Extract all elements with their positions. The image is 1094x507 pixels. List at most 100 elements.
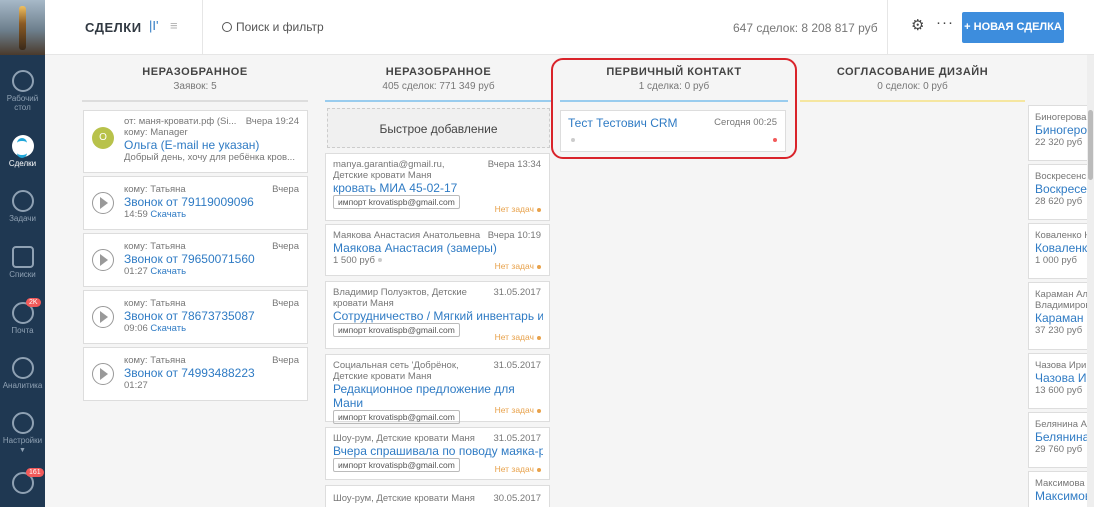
nav-deals[interactable]: Сделки bbox=[0, 135, 45, 168]
card-title[interactable]: Звонок от 78673735087 bbox=[124, 309, 255, 323]
deal-title[interactable]: Коваленко bbox=[1035, 241, 1087, 255]
inbox-card-call[interactable]: кому: Татьяна Звонок от 74993488223 01:2… bbox=[83, 347, 308, 401]
more-button[interactable]: ··· bbox=[936, 14, 954, 31]
deal-title[interactable]: Караман А bbox=[1035, 311, 1087, 325]
inbox-card-email[interactable]: О от: маня-кровати.рф (Si... кому: Manag… bbox=[83, 110, 308, 173]
status-text: Нет задач bbox=[494, 261, 534, 271]
deal-tag[interactable]: импорт krovatispb@gmail.com bbox=[333, 323, 460, 337]
call-duration: 01:27 bbox=[124, 380, 148, 391]
nav-chat[interactable]: 161 bbox=[0, 468, 45, 496]
list-view-button[interactable]: ≡ bbox=[170, 18, 178, 33]
card-title[interactable]: Звонок от 79650071560 bbox=[124, 252, 255, 266]
deal-title[interactable]: кровать МИА 45-02-17 bbox=[333, 181, 460, 195]
deal-card[interactable]: Шоу-рум, Детские кровати Маня 30.05.2017 bbox=[325, 485, 550, 507]
nav-label: Настройки bbox=[2, 436, 43, 445]
column-underline bbox=[325, 100, 552, 102]
nav-tasks[interactable]: Задачи bbox=[0, 190, 45, 223]
deal-title[interactable]: Чазова И. bbox=[1035, 371, 1087, 385]
divider bbox=[887, 0, 888, 55]
inbox-card-call[interactable]: кому: Татьяна Звонок от 79119009096 14:5… bbox=[83, 176, 308, 230]
card-date: Вчера bbox=[272, 355, 299, 366]
deal-contact: Максимова bbox=[1035, 478, 1085, 489]
search-icon bbox=[222, 22, 232, 32]
deal-date: Вчера 10:19 bbox=[487, 230, 541, 241]
nav-analytics[interactable]: Аналитика bbox=[0, 357, 45, 390]
deal-task-status: Нет задач bbox=[495, 261, 541, 271]
deal-task-status: Нет задач bbox=[495, 405, 541, 415]
play-icon[interactable] bbox=[92, 249, 114, 271]
search-input[interactable] bbox=[236, 17, 536, 37]
inbox-card-call[interactable]: кому: Татьяна Звонок от 78673735087 09:0… bbox=[83, 290, 308, 344]
column-header-inbox: НЕРАЗОБРАННОЕ Заявок: 5 bbox=[82, 66, 308, 92]
play-icon[interactable] bbox=[92, 192, 114, 214]
deal-tag[interactable]: импорт krovatispb@gmail.com bbox=[333, 195, 460, 209]
deal-card[interactable]: Шоу-рум, Детские кровати Маня Вчера спра… bbox=[325, 427, 550, 480]
deal-card[interactable]: Белянина Ал Белянина 29 760 руб bbox=[1028, 412, 1087, 468]
deal-price: 28 620 руб bbox=[1035, 196, 1083, 207]
download-link[interactable]: Скачать bbox=[150, 209, 186, 220]
deal-title[interactable]: Белянина bbox=[1035, 430, 1087, 444]
divider bbox=[202, 0, 203, 55]
deal-title[interactable]: Биногерое bbox=[1035, 123, 1087, 137]
deals-icon bbox=[11, 135, 34, 158]
settings-icon bbox=[11, 412, 34, 434]
deal-company: Детские кровати Маня bbox=[333, 371, 432, 382]
deal-title[interactable]: Вчера спрашивала по поводу маяка-р... bbox=[333, 444, 543, 458]
new-deal-button[interactable]: + НОВАЯ СДЕЛКА bbox=[962, 12, 1064, 43]
deal-card[interactable]: Чазова Ири Чазова И. 13 600 руб bbox=[1028, 353, 1087, 409]
deal-card[interactable]: manya.garantia@gmail.ru, Детские кровати… bbox=[325, 153, 550, 221]
gear-icon[interactable]: ⚙ bbox=[911, 16, 924, 34]
deal-title[interactable]: Сотрудничество / Мягкий инвентарь и ... bbox=[333, 309, 543, 323]
card-date: Вчера bbox=[272, 298, 299, 309]
deal-card[interactable]: Караман Ал Владимиров Караман А 37 230 р… bbox=[1028, 282, 1087, 350]
card-to: кому: Татьяна bbox=[124, 355, 186, 366]
deals-summary: 647 сделок: 8 208 817 руб bbox=[733, 21, 878, 35]
deal-tag[interactable]: импорт krovatispb@gmail.com bbox=[333, 458, 460, 472]
deal-title[interactable]: Маякова Анастасия (замеры) bbox=[333, 241, 497, 255]
status-dot bbox=[537, 408, 541, 413]
deal-card[interactable]: Биногерова Биногерое 22 320 руб bbox=[1028, 105, 1087, 161]
nav-lists[interactable]: Списки bbox=[0, 246, 45, 279]
deal-title[interactable]: Максимов bbox=[1035, 489, 1087, 503]
left-sidebar: Рабочий стол Сделки Задачи Списки 2K Поч… bbox=[0, 0, 45, 507]
deal-card[interactable]: Коваленко Н Коваленко 1 000 руб bbox=[1028, 223, 1087, 279]
deal-card[interactable]: Маякова Анастасия Анатольевна Маякова Ан… bbox=[325, 224, 550, 276]
deal-task-status: Нет задач bbox=[495, 204, 541, 214]
deal-title[interactable]: Воскресен bbox=[1035, 182, 1087, 196]
deal-card[interactable]: Воскресенс Воскресен 28 620 руб bbox=[1028, 164, 1087, 220]
card-date: Вчера 19:24 bbox=[245, 116, 299, 127]
status-text: Нет задач bbox=[494, 204, 534, 214]
nav-settings[interactable]: Настройки bbox=[0, 412, 45, 445]
quick-add-button[interactable]: Быстрое добавление bbox=[327, 108, 550, 148]
card-title[interactable]: Ольга (E-mail не указан) bbox=[124, 138, 304, 152]
deal-price: 1 000 руб bbox=[1035, 255, 1077, 266]
deal-price: 22 320 руб bbox=[1035, 137, 1083, 148]
pipeline-view-button[interactable]: |I' bbox=[149, 18, 158, 33]
company-logo[interactable] bbox=[0, 0, 45, 55]
nav-mail[interactable]: 2K Почта bbox=[0, 298, 45, 335]
card-date: Вчера bbox=[272, 241, 299, 252]
status-dot bbox=[537, 207, 541, 212]
play-icon[interactable] bbox=[92, 306, 114, 328]
deal-card[interactable]: Социальная сеть 'Добрёнок, Детские крова… bbox=[325, 354, 550, 424]
scrollbar-thumb[interactable] bbox=[1088, 110, 1093, 180]
deal-tag[interactable]: импорт krovatispb@gmail.com bbox=[333, 410, 460, 424]
download-link[interactable]: Скачать bbox=[150, 323, 186, 334]
inbox-card-call[interactable]: кому: Татьяна Звонок от 79650071560 01:2… bbox=[83, 233, 308, 287]
play-icon[interactable] bbox=[92, 363, 114, 385]
deal-card[interactable]: Владимир Полуэктов, Детские кровати Маня… bbox=[325, 281, 550, 349]
deal-task-status: Нет задач bbox=[495, 464, 541, 474]
column-subtitle: Заявок: 5 bbox=[173, 81, 217, 92]
deal-price: 37 230 руб bbox=[1035, 325, 1083, 336]
download-link[interactable]: Скачать bbox=[150, 266, 186, 277]
nav-dashboard[interactable]: Рабочий стол bbox=[0, 70, 45, 112]
chevron-down-icon[interactable]: ▼ bbox=[19, 447, 26, 454]
call-duration: 09:06 bbox=[124, 323, 148, 334]
deal-date: 31.05.2017 bbox=[493, 287, 541, 298]
call-duration: 01:27 bbox=[124, 266, 148, 277]
card-title[interactable]: Звонок от 74993488223 bbox=[124, 366, 255, 380]
deal-card[interactable]: Максимова Максимов bbox=[1028, 471, 1087, 507]
dashboard-icon bbox=[11, 70, 34, 92]
card-title[interactable]: Звонок от 79119009096 bbox=[124, 195, 254, 209]
nav-label: Почта bbox=[11, 326, 34, 335]
